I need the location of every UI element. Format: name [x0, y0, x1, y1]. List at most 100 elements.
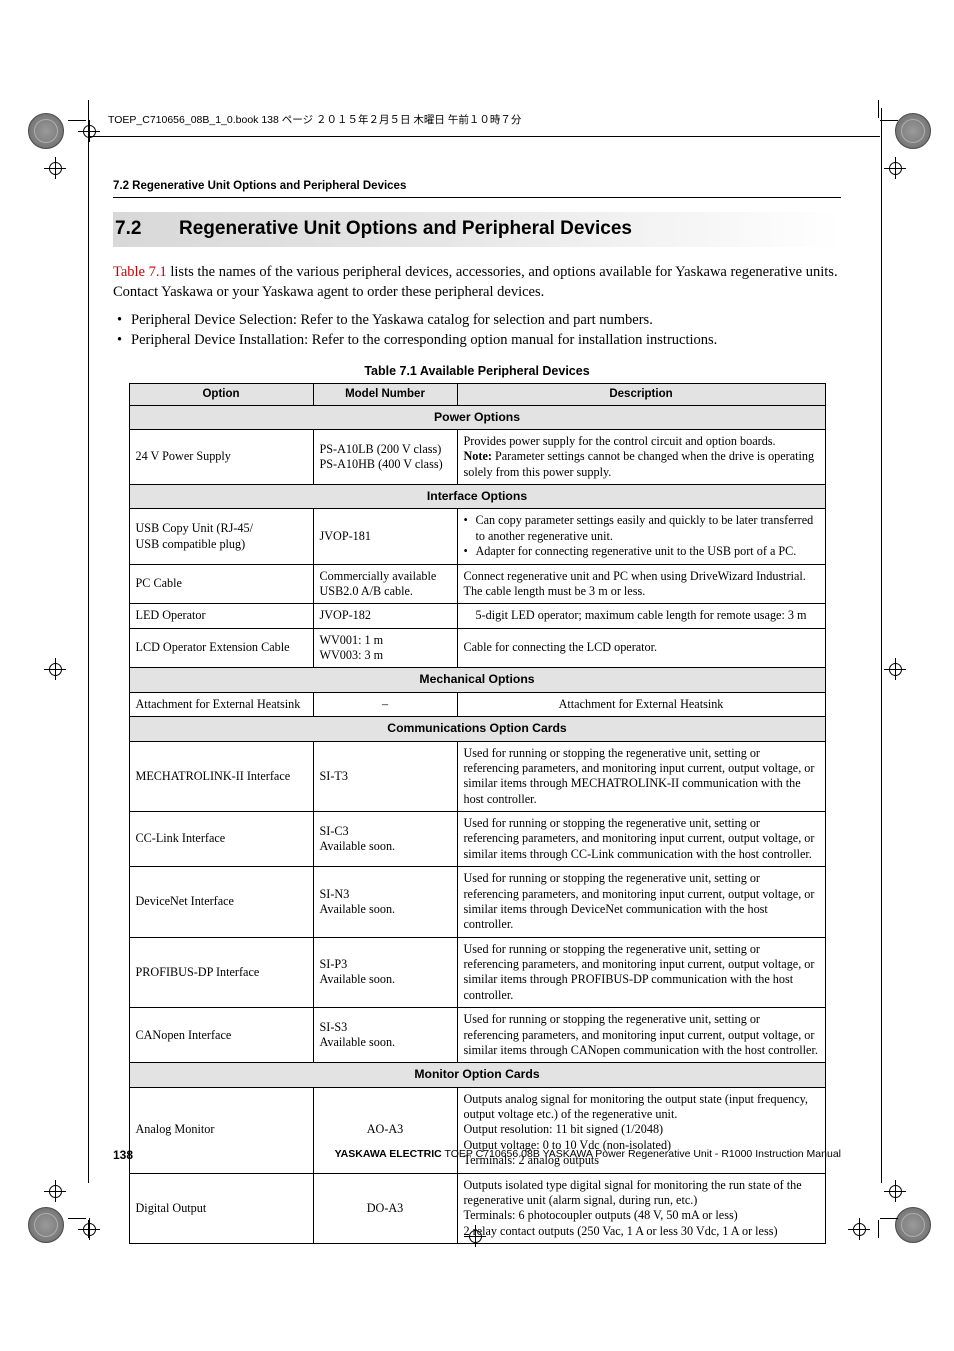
bullet-glyph: •	[463, 544, 468, 559]
section-title: Regenerative Unit Options and Peripheral…	[179, 218, 632, 239]
registration-dot-bottom-right	[895, 1207, 931, 1243]
cell-model-text: SI-S3 Available soon.	[319, 1019, 396, 1050]
page-number: 138	[113, 1148, 134, 1162]
footer-brand: YASKAWA ELECTRIC	[334, 1148, 442, 1160]
cell-description: Used for running or stopping the regener…	[456, 1007, 826, 1064]
table-row: CC-Link Interface SI-C3 Available soon. …	[128, 811, 826, 868]
cell-option-text: USB Copy Unit (RJ-45/ USB compatible plu…	[135, 521, 254, 551]
crop-mark-bottom-right	[858, 1198, 898, 1238]
group-label-interface-options: Interface Options	[128, 484, 826, 510]
page-content: 7.2 Regenerative Unit Options and Periph…	[113, 180, 841, 1245]
cell-description: Used for running or stopping the regener…	[456, 866, 826, 938]
table-row: LED Operator JVOP-182 5-digit LED operat…	[128, 603, 826, 629]
table-group-row: Interface Options	[128, 484, 826, 510]
cell-description: Used for running or stopping the regener…	[456, 740, 826, 813]
cell-model: Commercially available USB2.0 A/B cable.	[312, 563, 458, 605]
note-label: Note:	[463, 449, 492, 464]
intro-paragraph: Table 7.1 lists the names of the various…	[113, 262, 841, 302]
bullet-glyph: •	[463, 513, 468, 528]
cell-option: CANopen Interface	[128, 1007, 314, 1064]
table-row: PROFIBUS-DP Interface SI-P3 Available so…	[128, 936, 826, 1009]
table-row: DeviceNet Interface SI-N3 Available soon…	[128, 866, 826, 938]
page-footer: 138 YASKAWA ELECTRIC TOEP C710656 08B YA…	[113, 1148, 841, 1162]
crop-target-left-bottom	[44, 1180, 66, 1202]
column-header-option: Option	[128, 383, 314, 406]
note-text: Parameter settings cannot be changed whe…	[463, 449, 815, 479]
cell-option: LED Operator	[128, 603, 314, 629]
section-number: 7.2	[115, 218, 142, 239]
running-head: 7.2 Regenerative Unit Options and Periph…	[113, 180, 841, 198]
table-group-row: Power Options	[128, 404, 826, 430]
table-row: PC Cable Commercially available USB2.0 A…	[128, 563, 826, 605]
cell-description: Outputs isolated type digital signal for…	[456, 1172, 826, 1245]
cell-option: USB Copy Unit (RJ-45/ USB compatible plu…	[128, 508, 314, 565]
cell-option: Attachment for External Heatsink	[128, 691, 314, 718]
cell-model: –	[312, 691, 458, 718]
cell-model: SI-C3 Available soon.	[312, 811, 458, 868]
column-header-model-number: Model Number	[312, 383, 458, 406]
cell-model: PS-A10LB (200 V class) PS-A10HB (400 V c…	[312, 428, 458, 486]
cell-model: JVOP-182	[312, 603, 458, 629]
crop-target-left-mid	[44, 658, 66, 680]
table-row: Attachment for External Heatsink – Attac…	[128, 691, 826, 718]
group-label-power-options: Power Options	[128, 404, 826, 430]
registration-dot-top-right	[895, 113, 931, 149]
cell-description: 5-digit LED operator; maximum cable leng…	[456, 603, 826, 629]
cell-model: SI-N3 Available soon.	[312, 866, 458, 938]
footer-manual-title: TOEP C710656 08B YASKAWA Power Regenerat…	[441, 1148, 841, 1160]
bullet-list: Peripheral Device Selection: Refer to th…	[113, 310, 841, 351]
cell-model: WV001: 1 m WV003: 3 m	[312, 627, 458, 669]
cell-description: Connect regenerative unit and PC when us…	[456, 563, 826, 605]
desc-line: Provides power supply for the control ci…	[463, 433, 776, 448]
cell-option: PROFIBUS-DP Interface	[128, 936, 314, 1009]
table-row: MECHATROLINK-II Interface SI-T3 Used for…	[128, 740, 826, 813]
table-row: Digital Output DO-A3 Outputs isolated ty…	[128, 1172, 826, 1245]
section-heading: 7.2 Regenerative Unit Options and Periphe…	[113, 212, 841, 247]
cell-option: CC-Link Interface	[128, 811, 314, 868]
cell-model-text: SI-P3 Available soon.	[319, 957, 396, 987]
registration-dot-top-left	[28, 113, 64, 149]
table-caption: Table 7.1 Available Peripheral Devices	[364, 364, 590, 379]
cell-description-text: Connect regenerative unit and PC when us…	[463, 568, 806, 598]
cell-option: Digital Output	[128, 1172, 314, 1245]
cell-description: Used for running or stopping the regener…	[456, 936, 826, 1009]
cell-model-text: PS-A10LB (200 V class) PS-A10HB (400 V c…	[319, 441, 443, 472]
cell-option: MECHATROLINK-II Interface	[128, 740, 314, 813]
cell-option: PC Cable	[128, 563, 314, 605]
table-group-row: Communications Option Cards	[128, 716, 826, 742]
cell-model: SI-S3 Available soon.	[312, 1007, 458, 1064]
group-label-mechanical-options: Mechanical Options	[128, 667, 826, 693]
intro-text: lists the names of the various periphera…	[113, 263, 838, 300]
cell-description: Attachment for External Heatsink	[456, 691, 826, 718]
group-label-monitor-option-cards: Monitor Option Cards	[128, 1062, 826, 1088]
table-group-row: Mechanical Options	[128, 667, 826, 693]
desc-note: Note: Parameter settings cannot be chang…	[464, 449, 819, 480]
table-row: 24 V Power Supply PS-A10LB (200 V class)…	[128, 428, 826, 486]
table-group-row: Monitor Option Cards	[128, 1062, 826, 1088]
cell-option: DeviceNet Interface	[128, 866, 314, 938]
table-row: CANopen Interface SI-S3 Available soon. …	[128, 1007, 826, 1064]
column-header-description: Description	[456, 383, 826, 406]
cell-model: SI-T3	[312, 740, 458, 813]
cell-description: Provides power supply for the control ci…	[456, 428, 826, 486]
cell-model-text: SI-C3 Available soon.	[319, 823, 396, 854]
group-label-communications-option-cards: Communications Option Cards	[128, 716, 826, 742]
cell-description-text: Outputs isolated type digital signal for…	[463, 1177, 802, 1238]
cell-model: DO-A3	[312, 1172, 458, 1245]
table-cross-reference[interactable]: Table 7.1	[113, 264, 167, 280]
desc-bullet: • Adapter for connecting regenerative un…	[464, 544, 819, 559]
cell-description: • Can copy parameter settings easily and…	[456, 508, 826, 565]
peripheral-devices-table: Option Model Number Description Power Op…	[128, 383, 826, 1245]
cell-model: JVOP-181	[312, 508, 458, 565]
cell-model-text: SI-N3 Available soon.	[319, 886, 396, 916]
cell-description: Used for running or stopping the regener…	[456, 811, 826, 868]
cell-option: LCD Operator Extension Cable	[128, 627, 314, 669]
crop-target-left-top	[44, 157, 66, 179]
desc-bullet-text: Adapter for connecting regenerative unit…	[475, 544, 797, 559]
table-header-row: Option Model Number Description	[128, 383, 826, 406]
desc-bullet: • Can copy parameter settings easily and…	[464, 513, 819, 544]
cell-option: 24 V Power Supply	[128, 428, 314, 486]
crop-mark-bottom-left	[68, 1198, 108, 1238]
crop-target-right-top	[884, 157, 906, 179]
cell-description: Cable for connecting the LCD operator.	[456, 627, 826, 669]
